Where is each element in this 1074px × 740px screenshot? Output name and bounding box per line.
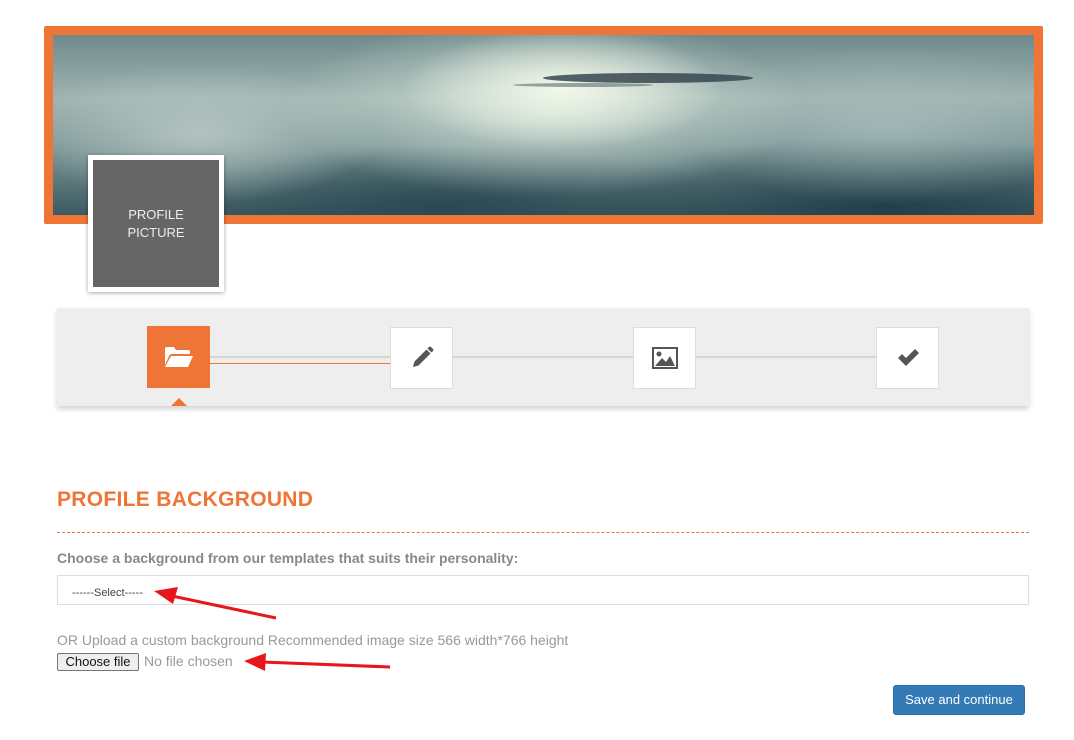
arrow-to-select-icon bbox=[154, 587, 277, 620]
arrow-to-file-input-icon bbox=[244, 653, 391, 671]
annotation-arrows bbox=[154, 587, 391, 671]
